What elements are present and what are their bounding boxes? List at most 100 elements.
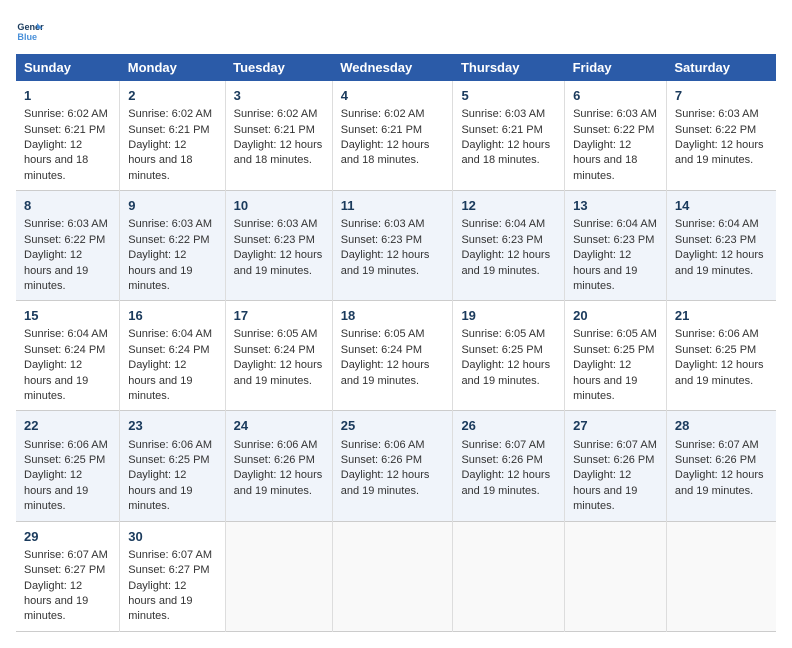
sunset-label: Sunset: 6:23 PM — [341, 234, 422, 246]
day-number: 11 — [341, 197, 445, 215]
sunset-label: Sunset: 6:25 PM — [24, 454, 105, 466]
sunset-label: Sunset: 6:21 PM — [24, 124, 105, 136]
sunrise-label: Sunrise: 6:05 AM — [573, 328, 657, 340]
sunset-label: Sunset: 6:22 PM — [128, 234, 209, 246]
sunset-label: Sunset: 6:25 PM — [675, 344, 756, 356]
day-number: 15 — [24, 307, 111, 325]
sunrise-label: Sunrise: 6:02 AM — [341, 108, 425, 120]
daylight-label: Daylight: 12 hours and 18 minutes. — [341, 139, 430, 166]
day-number: 12 — [461, 197, 556, 215]
sunrise-label: Sunrise: 6:03 AM — [675, 108, 759, 120]
day-number: 23 — [128, 417, 216, 435]
day-cell: 27 Sunrise: 6:07 AM Sunset: 6:26 PM Dayl… — [565, 411, 667, 521]
week-row-4: 22 Sunrise: 6:06 AM Sunset: 6:25 PM Dayl… — [16, 411, 776, 521]
day-cell: 4 Sunrise: 6:02 AM Sunset: 6:21 PM Dayli… — [332, 81, 453, 191]
sunset-label: Sunset: 6:21 PM — [341, 124, 422, 136]
day-number: 13 — [573, 197, 658, 215]
sunrise-label: Sunrise: 6:04 AM — [24, 328, 108, 340]
sunrise-label: Sunrise: 6:06 AM — [234, 439, 318, 451]
day-cell: 23 Sunrise: 6:06 AM Sunset: 6:25 PM Dayl… — [120, 411, 225, 521]
sunset-label: Sunset: 6:27 PM — [24, 564, 105, 576]
sunset-label: Sunset: 6:25 PM — [128, 454, 209, 466]
sunrise-label: Sunrise: 6:03 AM — [24, 218, 108, 230]
day-number: 6 — [573, 87, 658, 105]
daylight-label: Daylight: 12 hours and 19 minutes. — [234, 249, 323, 276]
day-number: 3 — [234, 87, 324, 105]
daylight-label: Daylight: 12 hours and 19 minutes. — [128, 580, 192, 623]
sunset-label: Sunset: 6:27 PM — [128, 564, 209, 576]
logo-icon: General Blue — [16, 16, 44, 44]
daylight-label: Daylight: 12 hours and 18 minutes. — [128, 139, 192, 182]
sunset-label: Sunset: 6:23 PM — [573, 234, 654, 246]
sunset-label: Sunset: 6:26 PM — [234, 454, 315, 466]
daylight-label: Daylight: 12 hours and 19 minutes. — [573, 469, 637, 512]
daylight-label: Daylight: 12 hours and 19 minutes. — [573, 249, 637, 292]
sunrise-label: Sunrise: 6:02 AM — [24, 108, 108, 120]
sunset-label: Sunset: 6:22 PM — [675, 124, 756, 136]
daylight-label: Daylight: 12 hours and 19 minutes. — [341, 249, 430, 276]
week-row-2: 8 Sunrise: 6:03 AM Sunset: 6:22 PM Dayli… — [16, 191, 776, 301]
week-row-5: 29 Sunrise: 6:07 AM Sunset: 6:27 PM Dayl… — [16, 521, 776, 631]
sunrise-label: Sunrise: 6:05 AM — [341, 328, 425, 340]
sunrise-label: Sunrise: 6:05 AM — [234, 328, 318, 340]
day-number: 4 — [341, 87, 445, 105]
sunrise-label: Sunrise: 6:03 AM — [234, 218, 318, 230]
daylight-label: Daylight: 12 hours and 19 minutes. — [24, 359, 88, 402]
day-cell: 1 Sunrise: 6:02 AM Sunset: 6:21 PM Dayli… — [16, 81, 120, 191]
day-number: 27 — [573, 417, 658, 435]
daylight-label: Daylight: 12 hours and 19 minutes. — [573, 359, 637, 402]
col-header-wednesday: Wednesday — [332, 54, 453, 81]
sunset-label: Sunset: 6:26 PM — [341, 454, 422, 466]
day-cell — [225, 521, 332, 631]
day-cell: 17 Sunrise: 6:05 AM Sunset: 6:24 PM Dayl… — [225, 301, 332, 411]
sunrise-label: Sunrise: 6:04 AM — [128, 328, 212, 340]
col-header-sunday: Sunday — [16, 54, 120, 81]
daylight-label: Daylight: 12 hours and 18 minutes. — [234, 139, 323, 166]
day-cell: 26 Sunrise: 6:07 AM Sunset: 6:26 PM Dayl… — [453, 411, 565, 521]
sunrise-label: Sunrise: 6:03 AM — [573, 108, 657, 120]
day-number: 16 — [128, 307, 216, 325]
daylight-label: Daylight: 12 hours and 19 minutes. — [461, 249, 550, 276]
sunrise-label: Sunrise: 6:07 AM — [675, 439, 759, 451]
day-cell: 15 Sunrise: 6:04 AM Sunset: 6:24 PM Dayl… — [16, 301, 120, 411]
daylight-label: Daylight: 12 hours and 19 minutes. — [675, 249, 764, 276]
sunset-label: Sunset: 6:25 PM — [461, 344, 542, 356]
daylight-label: Daylight: 12 hours and 19 minutes. — [24, 249, 88, 292]
sunrise-label: Sunrise: 6:05 AM — [461, 328, 545, 340]
day-number: 28 — [675, 417, 768, 435]
daylight-label: Daylight: 12 hours and 19 minutes. — [675, 359, 764, 386]
day-cell: 16 Sunrise: 6:04 AM Sunset: 6:24 PM Dayl… — [120, 301, 225, 411]
daylight-label: Daylight: 12 hours and 19 minutes. — [675, 139, 764, 166]
day-cell: 3 Sunrise: 6:02 AM Sunset: 6:21 PM Dayli… — [225, 81, 332, 191]
sunset-label: Sunset: 6:25 PM — [573, 344, 654, 356]
sunrise-label: Sunrise: 6:03 AM — [128, 218, 212, 230]
day-cell — [565, 521, 667, 631]
sunset-label: Sunset: 6:26 PM — [675, 454, 756, 466]
sunset-label: Sunset: 6:23 PM — [675, 234, 756, 246]
svg-text:Blue: Blue — [17, 32, 37, 42]
day-number: 21 — [675, 307, 768, 325]
day-cell: 8 Sunrise: 6:03 AM Sunset: 6:22 PM Dayli… — [16, 191, 120, 301]
day-number: 18 — [341, 307, 445, 325]
day-cell — [453, 521, 565, 631]
daylight-label: Daylight: 12 hours and 19 minutes. — [461, 359, 550, 386]
day-cell: 25 Sunrise: 6:06 AM Sunset: 6:26 PM Dayl… — [332, 411, 453, 521]
daylight-label: Daylight: 12 hours and 19 minutes. — [341, 359, 430, 386]
day-cell: 21 Sunrise: 6:06 AM Sunset: 6:25 PM Dayl… — [666, 301, 776, 411]
col-header-saturday: Saturday — [666, 54, 776, 81]
sunrise-label: Sunrise: 6:03 AM — [461, 108, 545, 120]
day-cell: 24 Sunrise: 6:06 AM Sunset: 6:26 PM Dayl… — [225, 411, 332, 521]
sunrise-label: Sunrise: 6:06 AM — [341, 439, 425, 451]
day-cell: 30 Sunrise: 6:07 AM Sunset: 6:27 PM Dayl… — [120, 521, 225, 631]
day-number: 5 — [461, 87, 556, 105]
day-cell: 28 Sunrise: 6:07 AM Sunset: 6:26 PM Dayl… — [666, 411, 776, 521]
daylight-label: Daylight: 12 hours and 19 minutes. — [461, 469, 550, 496]
sunset-label: Sunset: 6:24 PM — [234, 344, 315, 356]
day-number: 17 — [234, 307, 324, 325]
col-header-tuesday: Tuesday — [225, 54, 332, 81]
day-number: 8 — [24, 197, 111, 215]
sunset-label: Sunset: 6:26 PM — [573, 454, 654, 466]
sunset-label: Sunset: 6:23 PM — [234, 234, 315, 246]
sunrise-label: Sunrise: 6:04 AM — [675, 218, 759, 230]
day-number: 26 — [461, 417, 556, 435]
